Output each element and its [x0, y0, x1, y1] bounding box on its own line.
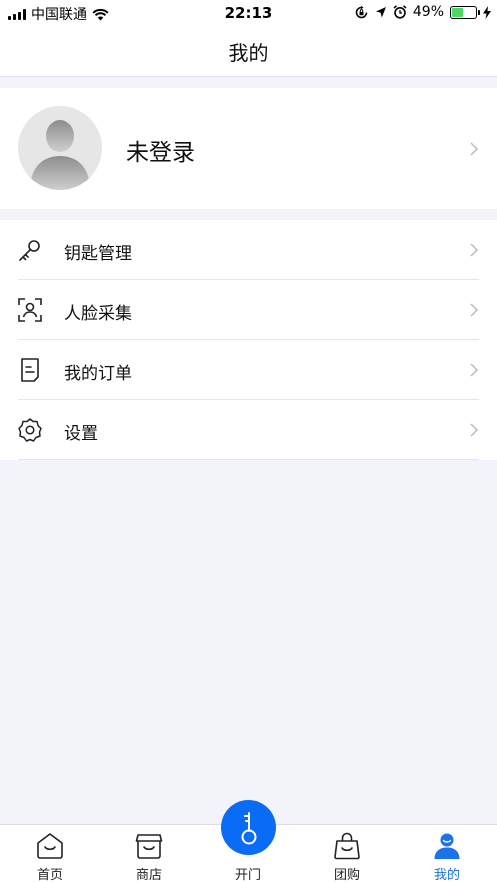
page-title: 我的: [228, 40, 269, 65]
divider: [18, 459, 479, 460]
chevron-right-icon: [470, 303, 479, 317]
open-door-label: 开门: [234, 868, 261, 883]
face-scan-icon: [18, 298, 42, 322]
group-buy-bag-icon: [334, 832, 360, 860]
home-icon: [37, 833, 63, 859]
avatar[interactable]: [18, 106, 102, 190]
profile-card[interactable]: 未登录: [0, 88, 497, 209]
carrier-name: 中国联通: [31, 7, 87, 23]
tab-label: 我的: [433, 868, 460, 883]
tab-shop[interactable]: 商店: [109, 825, 189, 883]
default-avatar-icon: [30, 120, 90, 190]
settings-icon: [18, 418, 42, 442]
open-door-button[interactable]: [221, 800, 276, 855]
tab-label: 首页: [36, 868, 63, 883]
menu-item-settings[interactable]: 设置: [0, 400, 497, 460]
status-right: 49%: [354, 4, 491, 20]
status-bar: 中国联通 22:13 49%: [0, 0, 497, 26]
battery-percent: 49%: [412, 4, 444, 20]
nav-bar: 我的: [0, 26, 497, 77]
key-unlock-icon: [241, 811, 256, 844]
wifi-icon: [92, 8, 109, 20]
alarm-icon: [393, 5, 407, 19]
menu-item-label: 人脸采集: [64, 304, 132, 324]
charging-bolt-icon: [483, 5, 491, 19]
tab-profile[interactable]: 我的: [407, 825, 487, 883]
menu-item-key-management[interactable]: 钥匙管理: [0, 220, 497, 280]
key-icon: [19, 240, 40, 261]
shop-icon: [135, 834, 163, 859]
chevron-right-icon: [470, 363, 479, 377]
orientation-lock-icon: [355, 5, 368, 18]
settings-menu: 钥匙管理 人脸采集 我的订单 设置: [0, 220, 497, 460]
chevron-right-icon: [470, 243, 479, 257]
tab-home[interactable]: 首页: [10, 825, 90, 883]
menu-item-label: 设置: [64, 424, 98, 444]
tab-group-buy[interactable]: 团购: [307, 825, 387, 883]
chevron-right-icon: [470, 423, 479, 437]
tab-label: 商店: [135, 868, 162, 883]
profile-icon: [434, 833, 460, 859]
battery-fill: [452, 7, 464, 17]
menu-item-label: 我的订单: [64, 364, 132, 384]
menu-item-my-orders[interactable]: 我的订单: [0, 340, 497, 400]
menu-item-face-capture[interactable]: 人脸采集: [0, 280, 497, 340]
menu-item-label: 钥匙管理: [64, 244, 132, 264]
tab-label: 团购: [333, 868, 360, 883]
location-icon: [375, 6, 386, 17]
chevron-right-icon: [470, 142, 479, 156]
signal-icon: [8, 8, 26, 20]
battery-icon: [450, 5, 480, 19]
login-status: 未登录: [126, 140, 195, 166]
status-left: 中国联通: [8, 4, 109, 24]
order-icon: [21, 358, 39, 382]
